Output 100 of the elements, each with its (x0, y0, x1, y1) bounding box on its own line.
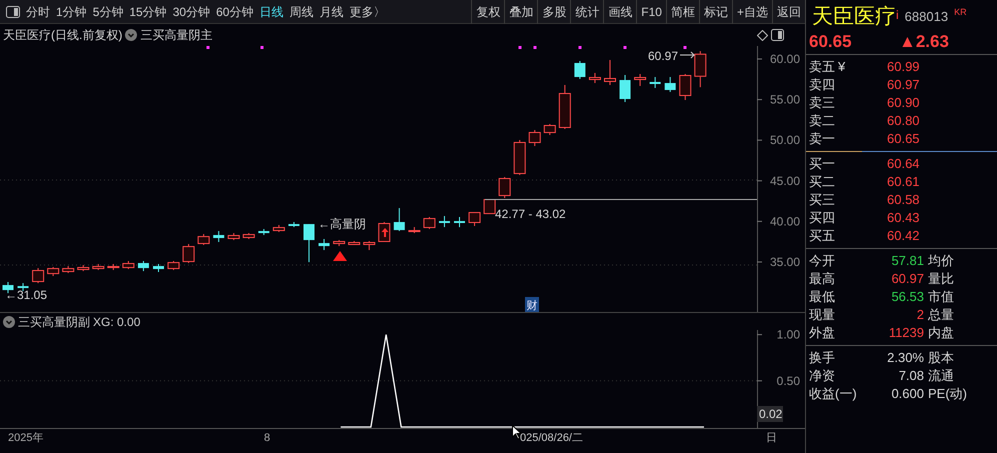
candlestick (679, 74, 692, 100)
stat-value: 56.53 (890, 288, 924, 306)
order-level-label: 买四 (809, 209, 835, 228)
candlestick (634, 74, 646, 86)
candlestick (574, 60, 586, 80)
candlestick (650, 76, 661, 88)
last-price: 60.65 (809, 31, 853, 54)
stat-label: 换手 (809, 349, 836, 368)
candlestick (588, 72, 601, 84)
toolbar-button[interactable]: 画线 (603, 0, 636, 24)
more-menu-button[interactable]: 更多〉 (346, 0, 388, 24)
toolbar-button[interactable]: 返回 (772, 0, 805, 24)
diamond-icon[interactable] (757, 30, 768, 40)
order-price: 60.61 (887, 173, 920, 192)
candlestick (272, 224, 285, 233)
order-level-label: 买五 (809, 227, 835, 246)
candlestick (620, 74, 631, 103)
indicator-name[interactable]: 三买高量阴副 (18, 312, 90, 330)
toolbar-button[interactable]: 简框 (666, 0, 699, 24)
indicator-name[interactable]: 三买高量阴主 (140, 26, 212, 44)
axis-label: 35.00 (770, 254, 800, 269)
mouse-cursor-icon (512, 425, 522, 440)
axis-label: 45.00 (770, 174, 800, 188)
period-tab[interactable]: 15分钟 (126, 0, 170, 24)
triangle-marker (333, 251, 347, 261)
time-label: 2025年 (8, 431, 44, 446)
toolbar-button[interactable]: 统计 (570, 0, 604, 24)
indicator-reading: XG: 0.00 (93, 314, 140, 330)
stat-value: 60.97 (890, 270, 924, 288)
period-tab[interactable]: 日线 (256, 0, 286, 24)
order-level-label: 卖四 (809, 76, 835, 94)
toolbar-button[interactable]: 多股 (537, 0, 570, 24)
period-tab[interactable]: 分时 (23, 0, 53, 24)
order-price: 60.65 (887, 130, 920, 148)
stat-label: 内盘 (927, 324, 954, 342)
low-price-label: ←31.05 (5, 288, 48, 302)
toolbar-button[interactable]: 叠加 (504, 0, 538, 24)
candlestick (228, 232, 240, 241)
candlestick (122, 260, 134, 270)
candlestick (288, 222, 300, 228)
order-level-label: 买二 (809, 173, 835, 192)
candlestick (664, 76, 676, 92)
candlestick (32, 268, 44, 284)
candlestick (198, 234, 210, 246)
candlestick (484, 198, 496, 215)
candlestick (394, 208, 405, 232)
candlestick (213, 230, 224, 242)
chart-title: 天臣医疗(日线.前复权) (3, 27, 122, 44)
candlestick (544, 124, 556, 136)
period-label: 日 (766, 431, 777, 446)
stat-label: 外盘 (809, 324, 836, 342)
panel-toggle-icon[interactable] (6, 6, 20, 18)
toolbar-button[interactable]: 复权 (471, 0, 504, 24)
dropdown-icon[interactable] (3, 316, 15, 328)
period-tab[interactable]: 5分钟 (90, 0, 126, 24)
period-tab[interactable]: 周线 (286, 0, 316, 24)
axis-label: 55.00 (770, 92, 800, 107)
dropdown-icon[interactable] (125, 29, 138, 41)
stat-label: 市值 (927, 288, 954, 306)
candlestick (242, 232, 255, 240)
period-tab[interactable]: 月线 (316, 0, 346, 24)
news-badge: 财 (525, 297, 539, 312)
value-tag: 0.02 (757, 406, 783, 422)
toolbar-button[interactable]: F10 (636, 0, 666, 24)
stat-label: 收益(一) (809, 385, 858, 404)
order-price: 60.80 (887, 112, 920, 130)
stat-value: 57.81 (890, 252, 924, 270)
candlestick (304, 224, 314, 263)
candlestick (694, 50, 706, 88)
candlestick (498, 176, 511, 198)
candlestick (348, 240, 360, 246)
toolbar-button[interactable]: +自选 (732, 0, 772, 24)
stat-label: 今开 (809, 252, 836, 270)
order-price: 60.99 (887, 58, 920, 76)
order-price: 60.97 (887, 76, 920, 94)
stat-value: 11239 (888, 324, 924, 342)
period-tab[interactable]: 30分钟 (170, 0, 214, 24)
stat-label: 最低 (809, 288, 836, 306)
order-level-label: 卖一 (809, 130, 835, 148)
panel-toggle-icon[interactable] (771, 29, 784, 41)
candlestick (363, 240, 376, 251)
stat-label: 现量 (809, 306, 836, 324)
market-tag: KR (954, 6, 967, 20)
axis-label: 60.00 (770, 52, 800, 66)
toolbar-button[interactable]: 标记 (698, 0, 732, 24)
time-label: 8 (264, 431, 270, 446)
price-change: ▲2.63 (899, 31, 949, 54)
stat-label: PE(动) (927, 385, 967, 404)
period-tab[interactable]: 1分钟 (53, 0, 90, 24)
order-level-label: 卖二 (809, 112, 835, 130)
candlestick (528, 130, 541, 147)
order-level-label: 买三 (809, 191, 835, 210)
candlestick (138, 260, 149, 272)
stat-value: 7.08 (898, 367, 924, 386)
stat-label: 流通 (927, 367, 954, 386)
period-tab[interactable]: 60分钟 (213, 0, 256, 24)
info-mark[interactable]: i (896, 6, 899, 24)
stat-value: 2 (916, 306, 924, 324)
stat-label: 量比 (927, 270, 954, 288)
order-price: 60.43 (887, 209, 920, 228)
